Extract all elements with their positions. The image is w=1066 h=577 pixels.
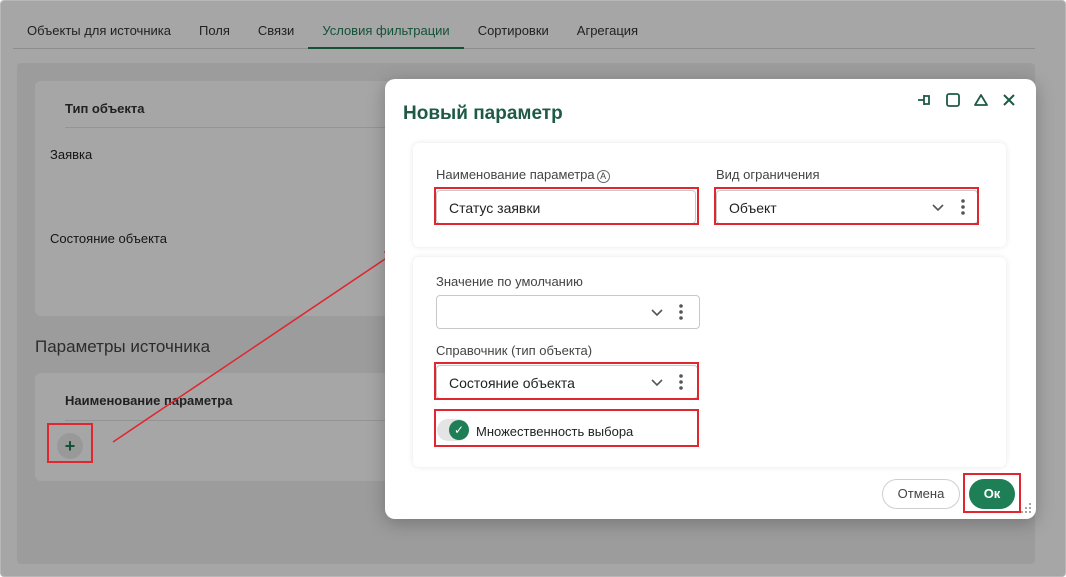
reference-value: Состояние объекта bbox=[449, 375, 575, 391]
maximize-icon[interactable] bbox=[944, 91, 962, 109]
param-name-label: Наименование параметра A bbox=[436, 167, 610, 183]
check-icon: ✓ bbox=[449, 420, 469, 440]
default-value-label: Значение по умолчанию bbox=[436, 274, 583, 289]
more-vertical-icon[interactable] bbox=[678, 372, 684, 392]
default-value-select[interactable] bbox=[436, 295, 700, 329]
more-vertical-icon[interactable] bbox=[960, 197, 966, 217]
pin-icon[interactable] bbox=[916, 91, 934, 109]
chevron-down-icon[interactable] bbox=[649, 304, 665, 320]
dialog-title: Новый параметр bbox=[403, 103, 563, 124]
chevron-down-icon[interactable] bbox=[930, 199, 946, 215]
more-vertical-icon[interactable] bbox=[678, 302, 684, 322]
cancel-button[interactable]: Отмена bbox=[882, 479, 960, 509]
ok-button[interactable]: Ок bbox=[969, 479, 1015, 509]
resize-handle-icon[interactable] bbox=[1017, 501, 1033, 517]
info-icon[interactable]: A bbox=[596, 170, 610, 183]
restriction-value: Объект bbox=[729, 200, 777, 216]
reference-select[interactable]: Состояние объекта bbox=[436, 365, 698, 399]
reference-label: Справочник (тип объекта) bbox=[436, 343, 593, 358]
param-name-label-text: Наименование параметра bbox=[436, 167, 595, 182]
dialog-window-controls bbox=[916, 91, 1018, 109]
restriction-label: Вид ограничения bbox=[716, 167, 820, 182]
restriction-select[interactable]: Объект bbox=[716, 190, 978, 224]
multi-select-label: Множественность выбора bbox=[476, 424, 634, 439]
multi-select-toggle[interactable]: ✓ bbox=[437, 419, 469, 441]
close-icon[interactable] bbox=[1000, 91, 1018, 109]
collapse-icon[interactable] bbox=[972, 91, 990, 109]
param-name-input[interactable]: Статус заявки bbox=[436, 190, 696, 224]
main-window: Объекты для источника Поля Связи Условия… bbox=[0, 0, 1066, 577]
chevron-down-icon[interactable] bbox=[649, 374, 665, 390]
